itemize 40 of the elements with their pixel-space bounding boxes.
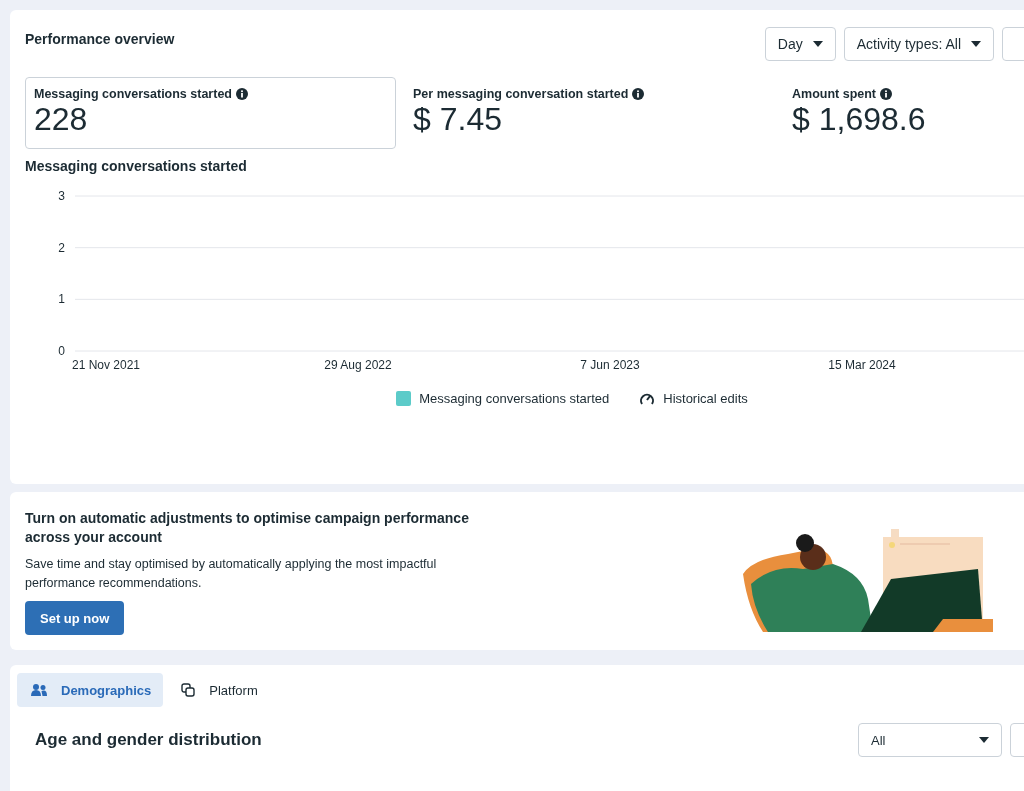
metric-card[interactable]: Messaging conversations started 228 xyxy=(25,77,396,149)
metric-label: Amount spent xyxy=(792,87,877,101)
people-icon xyxy=(31,684,47,696)
metric-value: $ 1,698.6 xyxy=(792,101,927,137)
info-icon xyxy=(632,88,645,100)
filter-dropdown[interactable]: Activity types: All xyxy=(843,27,994,61)
tab[interactable]: Demographics xyxy=(17,673,164,707)
card-title: Performance overview xyxy=(25,30,175,47)
gauge-icon xyxy=(639,391,656,406)
filter-dropdown[interactable]: All xyxy=(858,723,1002,757)
legend-label: Historical edits xyxy=(663,391,748,406)
metric-card[interactable]: Amount spent $ 1,698.6 xyxy=(783,77,1009,149)
metric-value: 228 xyxy=(34,101,89,137)
y-tick-label: 3 xyxy=(58,189,65,203)
x-tick-label: 15 Mar 2024 xyxy=(828,358,896,372)
info-icon xyxy=(236,88,248,100)
metric-card[interactable]: Per messaging conversation started $ 7.45 xyxy=(404,77,775,149)
x-tick-label: 21 Nov 2021 xyxy=(71,358,141,372)
caret-icon xyxy=(979,737,989,743)
metric-value: $ 7.45 xyxy=(413,101,503,137)
metric-label: Per messaging conversation started xyxy=(413,87,629,101)
promo-text: Save time and stay optimised by automatically applying the most impactful performance recommendations. xyxy=(25,556,438,592)
chart-title: Messaging conversations started xyxy=(25,158,248,174)
caret-icon xyxy=(812,41,823,47)
x-tick-label: 7 Jun 2023 xyxy=(580,358,640,372)
y-tick-label: 1 xyxy=(58,292,65,307)
platform-icon xyxy=(181,683,196,697)
x-tick-label: 29 Aug 2022 xyxy=(324,358,392,372)
filter-dropdown[interactable]: Day xyxy=(764,27,836,61)
set-up-button[interactable]: Set up now xyxy=(25,601,125,635)
y-tick-label: 0 xyxy=(58,344,65,358)
filter-dropdown[interactable] xyxy=(1002,27,1024,61)
promo-title: Turn on automatic adjustments to optimise campaign performance across your account xyxy=(25,509,470,547)
section-title: Age and gender distribution xyxy=(35,730,262,750)
metric-label: Messaging conversations started xyxy=(34,87,232,101)
tab[interactable]: Platform xyxy=(167,673,270,707)
legend-label: Messaging conversations started xyxy=(419,391,610,406)
y-tick-label: 2 xyxy=(58,240,65,255)
caret-icon xyxy=(971,41,981,47)
info-icon xyxy=(880,88,893,100)
